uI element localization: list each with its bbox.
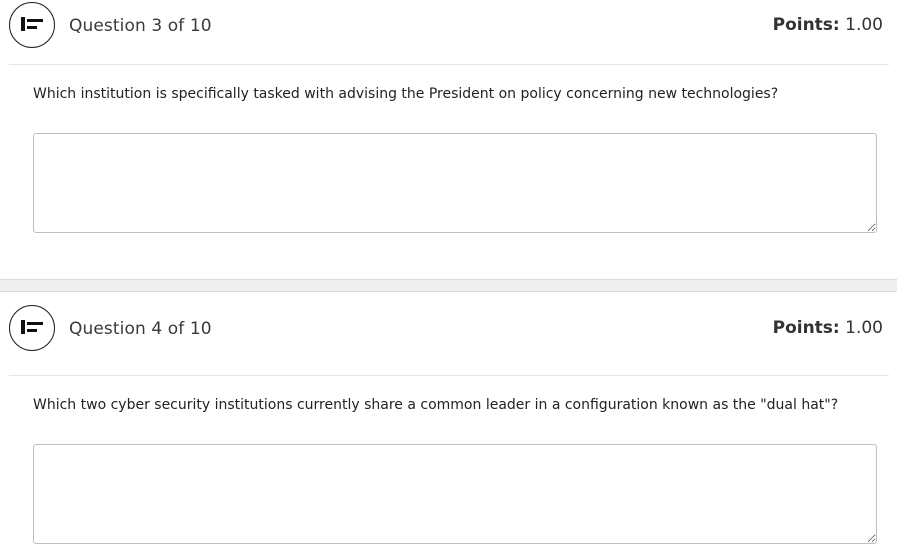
question-title: Question 3 of 10 bbox=[69, 16, 212, 36]
question-divider bbox=[0, 279, 897, 292]
question-4-card: Question 4 of 10 Points: 1.00 Which two … bbox=[0, 292, 897, 549]
question-3-card: Question 3 of 10 Points: 1.00 Which inst… bbox=[0, 0, 897, 279]
header-divider bbox=[9, 375, 889, 376]
flag-toggle-icon[interactable] bbox=[9, 2, 55, 48]
flag-toggle-icon[interactable] bbox=[9, 305, 55, 351]
question-points: Points: 1.00 bbox=[773, 15, 883, 35]
question-prompt: Which two cyber security institutions cu… bbox=[33, 397, 839, 413]
question-title: Question 4 of 10 bbox=[69, 319, 212, 339]
answer-textarea[interactable] bbox=[33, 444, 877, 544]
points-label: Points: bbox=[772, 15, 840, 35]
question-header: Question 4 of 10 Points: 1.00 bbox=[0, 292, 897, 366]
points-label: Points: bbox=[772, 318, 840, 338]
question-prompt: Which institution is specifically tasked… bbox=[33, 86, 779, 102]
header-divider bbox=[9, 64, 889, 65]
answer-textarea[interactable] bbox=[33, 133, 877, 233]
question-header: Question 3 of 10 Points: 1.00 bbox=[0, 0, 897, 64]
points-value: 1.00 bbox=[845, 15, 883, 35]
points-value: 1.00 bbox=[845, 318, 883, 338]
question-points: Points: 1.00 bbox=[773, 318, 883, 338]
